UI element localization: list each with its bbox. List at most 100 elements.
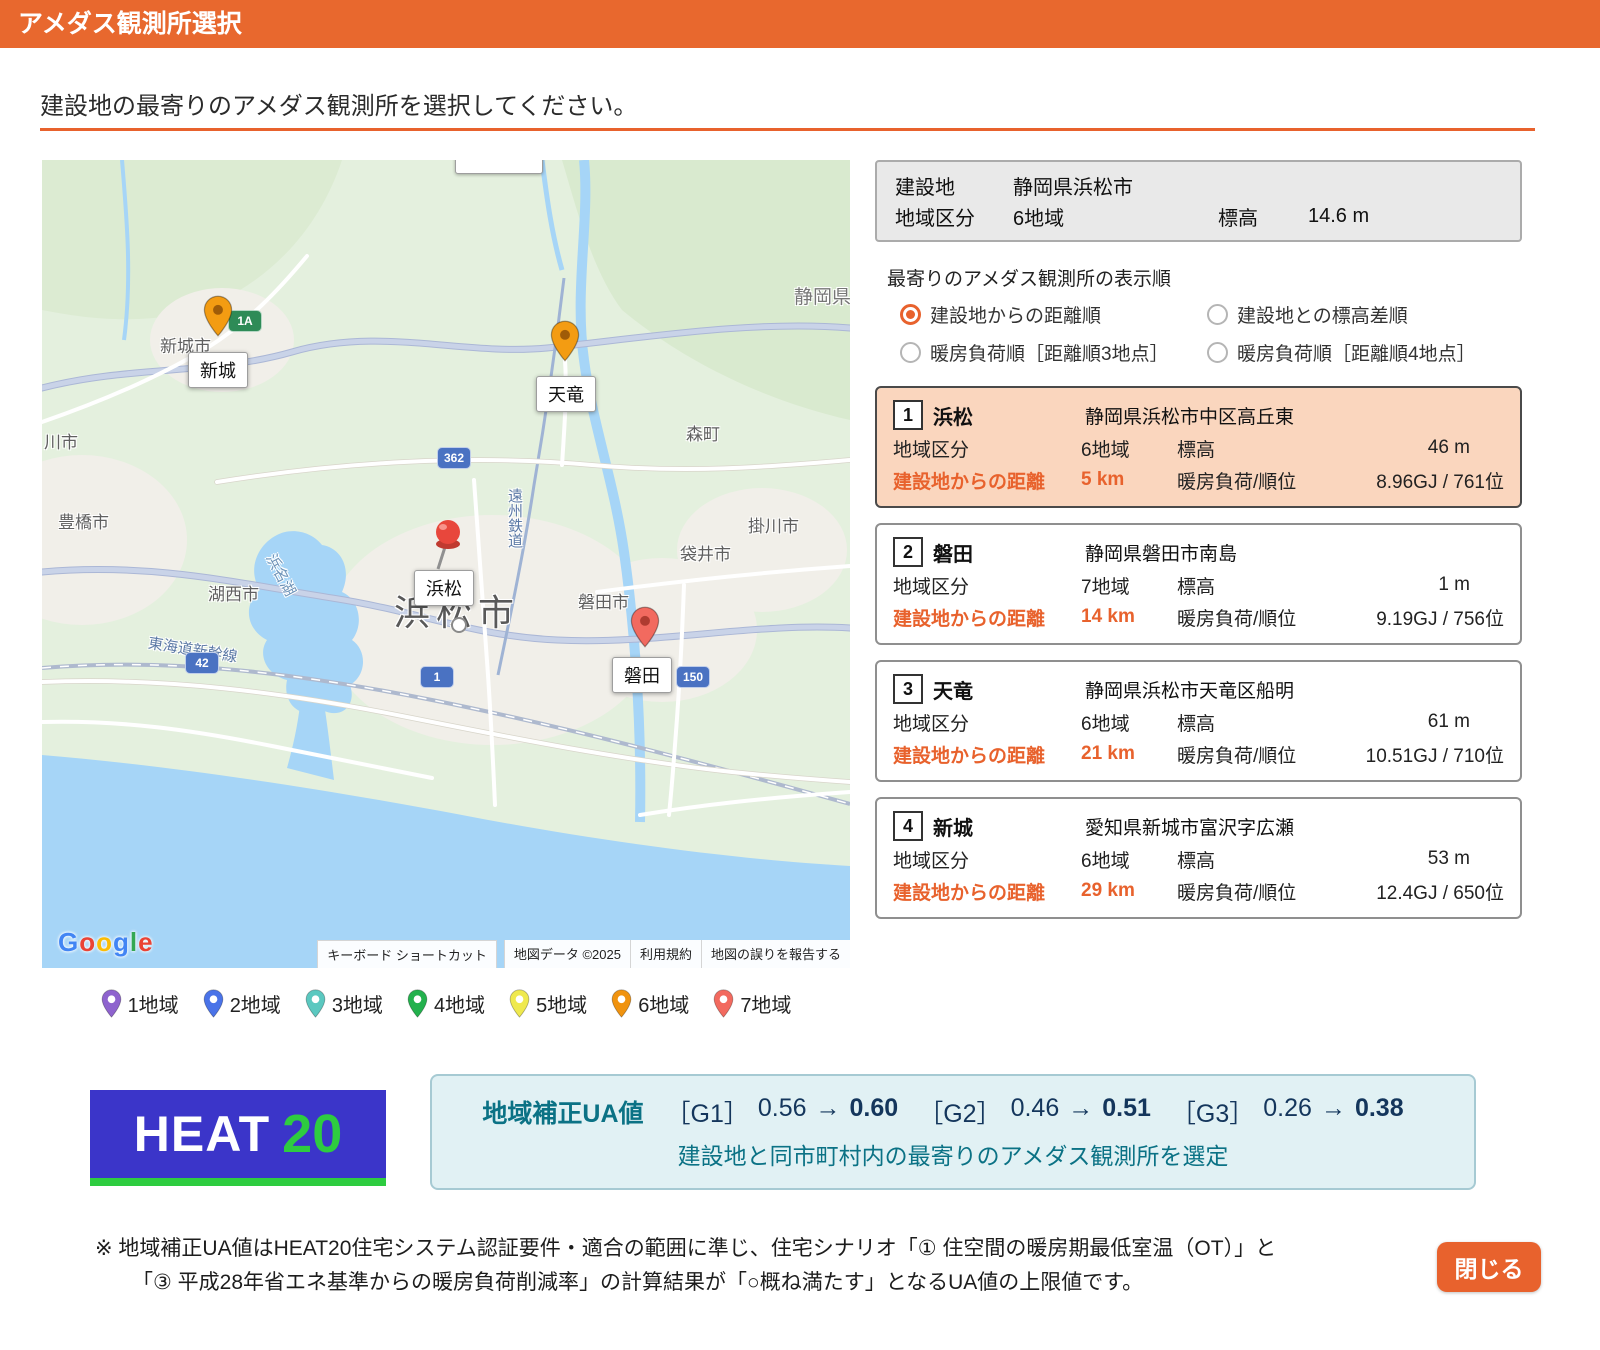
amedas-selection-dialog: アメダス観測所選択 建設地の最寄りのアメダス観測所を選択してください。 浜松市 … [0,0,1600,1350]
ua-value-box: 地域補正UA値 ［G1］ 0.56 → 0.60 ［G2］ 0.46 → 0.5… [430,1074,1476,1190]
map-label-box-partial [455,160,543,174]
legend-item: 4地域 [407,988,485,1018]
close-button[interactable]: 閉じる [1437,1242,1541,1292]
sort-option-elevation-diff[interactable]: 建設地との標高差順 [1207,301,1522,328]
ua-note: 建設地と同市町村内の最寄りのアメダス観測所を選定 [677,1142,1229,1169]
terms-link[interactable]: 利用規約 [629,940,701,968]
map-place-label: 静岡県 [794,287,850,308]
right-panel: 建設地 静岡県浜松市 地域区分 6地域 標高 14.6 m 最寄りのアメダス観測… [875,160,1522,934]
report-error-link[interactable]: 地図の誤りを報告する [700,940,850,968]
ua-to: 0.60 [849,1093,899,1122]
google-logo-letter: o [96,927,114,957]
station-elevation: 1 m [1438,574,1470,595]
site-elevation-label: 標高 [1218,208,1258,230]
legend-label: 3地域 [331,994,383,1017]
station-region: 6地域 [1081,850,1130,872]
sort-option-distance[interactable]: 建設地からの距離順 [900,301,1207,328]
dialog-title: アメダス観測所選択 [18,10,242,38]
site-region-value: 6地域 [1013,208,1065,230]
region-pin-icon [714,988,734,1018]
station-card-iwata[interactable]: 2 磐田 静岡県磐田市南島 地域区分 7地域 標高 1 m 建設地からの距離 1… [875,523,1522,645]
station-name: 新城 [933,817,973,840]
station-rank: 3 [893,674,923,704]
ua-item-g2: ［G2］ 0.46 → 0.51 [918,1094,1151,1130]
region-legend: 1地域 2地域 3地域 4地域 5地域 6地域 7地域 [42,975,850,1031]
radio-icon[interactable] [900,342,921,363]
railway-label: 遠州鉄道 [506,488,523,548]
region-label: 地域区分 [893,576,970,598]
ua-grade: ［G1］ [665,1099,749,1128]
route-shield: 1 [420,666,454,688]
ua-item-g1: ［G1］ 0.56 → 0.60 [666,1094,899,1130]
region-pin-icon [407,988,428,1018]
station-distance: 14 km [1081,606,1135,627]
region-pin-icon [203,988,223,1018]
load-label: 暖房負荷/順位 [1177,745,1297,767]
ua-item-g3: ［G3］ 0.26 → 0.38 [1171,1094,1404,1130]
google-map[interactable]: 浜松市 静岡県 新城市 森町 掛川市 袋井市 磐田市 湖西市 豊橋市 川市 浜名… [42,160,850,968]
station-load: 9.19GJ / 756位 [1376,608,1504,630]
station-distance: 21 km [1081,743,1135,764]
distance-label: 建設地からの距離 [893,745,1046,767]
station-address: 愛知県新城市富沢字広瀬 [1085,817,1295,839]
station-card-tenryu[interactable]: 3 天竜 静岡県浜松市天竜区船明 地域区分 6地域 標高 61 m 建設地からの… [875,660,1522,782]
elevation-label: 標高 [1177,576,1216,598]
station-rank: 4 [893,811,923,841]
legend-item: 5地域 [509,988,588,1018]
map-marker-tenryu[interactable] [550,320,580,367]
sort-options: 建設地からの距離順 建設地との標高差順 暖房負荷順［距離順3地点］ 暖房負荷順［… [900,301,1522,366]
route-shield-label: 1A [237,314,253,328]
google-logo-letter: e [138,927,154,957]
sort-option-heating-load-4[interactable]: 暖房負荷順［距離順4地点］ [1207,339,1522,366]
station-card-hamamatsu[interactable]: 1 浜松 静岡県浜松市中区高丘東 地域区分 6地域 標高 46 m 建設地からの… [875,386,1522,508]
site-info-box: 建設地 静岡県浜松市 地域区分 6地域 標高 14.6 m [875,160,1522,242]
station-rank: 1 [893,400,923,430]
radio-icon[interactable] [1207,304,1228,325]
site-location-dot [451,617,467,633]
station-rank: 2 [893,537,923,567]
arrow-icon: → [1320,1093,1346,1122]
station-load: 10.51GJ / 710位 [1365,745,1504,767]
sort-option-label: 建設地からの距離順 [930,306,1102,327]
site-label: 建設地 [895,177,955,199]
footnote: ※ 地域補正UA値はHEAT20住宅システム認証要件・適合の範囲に準じ、住宅シナ… [95,1232,1276,1299]
google-logo[interactable]: Google [58,927,154,958]
station-name: 浜松 [933,406,973,429]
load-label: 暖房負荷/順位 [1177,608,1297,630]
legend-item: 7地域 [713,988,792,1018]
station-map-label: 天竜 [536,376,596,412]
sort-option-label: 建設地との標高差順 [1237,306,1408,327]
region-pin-icon [611,988,632,1018]
station-map-label: 磐田 [612,657,672,693]
station-region: 6地域 [1081,439,1130,461]
site-value: 静岡県浜松市 [1013,177,1133,199]
selected-pushpin-icon[interactable] [424,517,468,578]
station-name: 磐田 [933,543,973,566]
radio-icon[interactable] [900,304,921,325]
station-address: 静岡県浜松市天竜区船明 [1085,680,1295,702]
keyboard-shortcuts-link[interactable]: キーボード ショートカット [317,940,497,968]
station-address: 静岡県浜松市中区高丘東 [1085,406,1295,428]
map-marker-shinshiro[interactable] [203,295,233,342]
radio-icon[interactable] [1207,342,1228,363]
region-label: 地域区分 [893,713,970,735]
legend-item: 1地域 [101,988,179,1018]
region-pin-icon [305,988,326,1018]
heat20-logo: HEAT 20 [90,1090,386,1186]
site-region-label: 地域区分 [895,208,975,230]
google-logo-letter: l [129,927,139,957]
station-name: 天竜 [933,680,973,703]
legend-item: 2地域 [203,988,281,1018]
distance-label: 建設地からの距離 [893,882,1046,904]
station-distance: 29 km [1081,880,1135,901]
legend-label: 7地域 [740,994,792,1017]
legend-label: 5地域 [536,994,588,1017]
station-distance: 5 km [1081,469,1125,490]
sort-option-heating-load-3[interactable]: 暖房負荷順［距離順3地点］ [900,339,1207,366]
station-card-shinshiro[interactable]: 4 新城 愛知県新城市富沢字広瀬 地域区分 6地域 標高 53 m 建設地からの… [875,797,1522,919]
sort-option-label: 暖房負荷順［距離順3地点］ [930,344,1169,365]
map-marker-iwata[interactable] [630,606,660,653]
legend-label: 6地域 [638,994,690,1017]
distance-label: 建設地からの距離 [893,608,1046,630]
route-shield-label: 150 [682,670,704,684]
